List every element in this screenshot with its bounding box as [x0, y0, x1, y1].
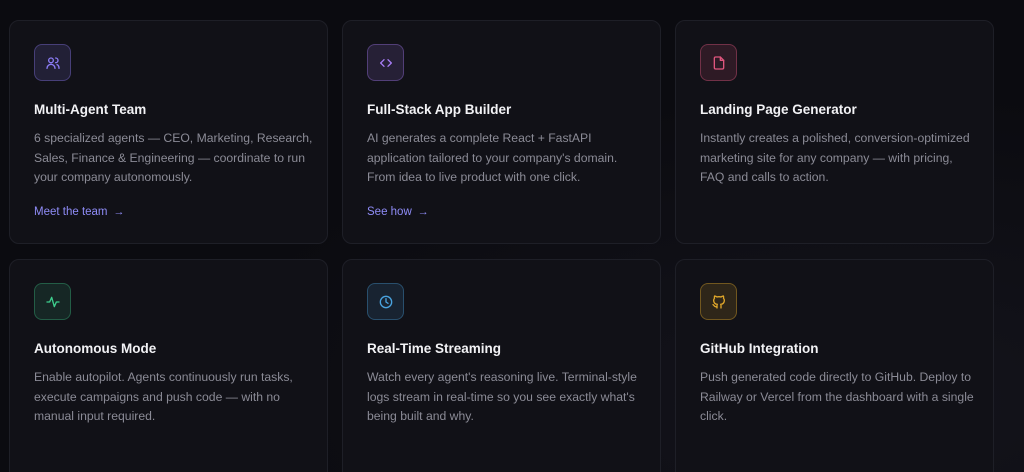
features-grid: Multi-Agent Team 6 specialized agents — … — [9, 20, 995, 472]
feature-title: GitHub Integration — [700, 341, 819, 356]
arrow-right-icon: → — [417, 206, 429, 218]
activity-icon — [34, 283, 71, 320]
feature-description: Watch every agent's reasoning live. Term… — [367, 370, 637, 423]
feature-title: Full-Stack App Builder — [367, 102, 512, 117]
link-label: See how — [367, 206, 412, 218]
feature-description: AI generates a complete React + FastAPI … — [367, 131, 618, 184]
feature-title: Autonomous Mode — [34, 341, 157, 356]
feature-description: Enable autopilot. Agents continuously ru… — [34, 370, 293, 423]
feature-title: Real-Time Streaming — [367, 341, 502, 356]
feature-card-landing-page-generator: Landing Page Generator Instantly creates… — [675, 20, 994, 244]
feature-card-github-integration: GitHub Integration Push generated code d… — [675, 259, 994, 472]
feature-title: Landing Page Generator — [700, 102, 857, 117]
feature-description: Instantly creates a polished, conversion… — [700, 131, 970, 184]
link-label: Meet the team — [34, 206, 108, 218]
code-icon — [367, 44, 404, 81]
feature-card-real-time-streaming: Real-Time Streaming Watch every agent's … — [342, 259, 661, 472]
meet-the-team-link[interactable]: Meet the team → — [34, 205, 125, 219]
document-icon — [700, 44, 737, 81]
feature-card-autonomous-mode: Autonomous Mode Enable autopilot. Agents… — [9, 259, 328, 472]
clock-icon — [367, 283, 404, 320]
feature-card-full-stack-app-builder: Full-Stack App Builder AI generates a co… — [342, 20, 661, 244]
feature-card-multi-agent-team: Multi-Agent Team 6 specialized agents — … — [9, 20, 328, 244]
github-icon — [700, 283, 737, 320]
arrow-right-icon: → — [113, 206, 125, 218]
see-how-link[interactable]: See how → — [367, 205, 429, 219]
feature-title: Multi-Agent Team — [34, 102, 147, 117]
users-icon — [34, 44, 71, 81]
feature-description: 6 specialized agents — CEO, Marketing, R… — [34, 131, 313, 184]
feature-description: Push generated code directly to GitHub. … — [700, 370, 974, 423]
